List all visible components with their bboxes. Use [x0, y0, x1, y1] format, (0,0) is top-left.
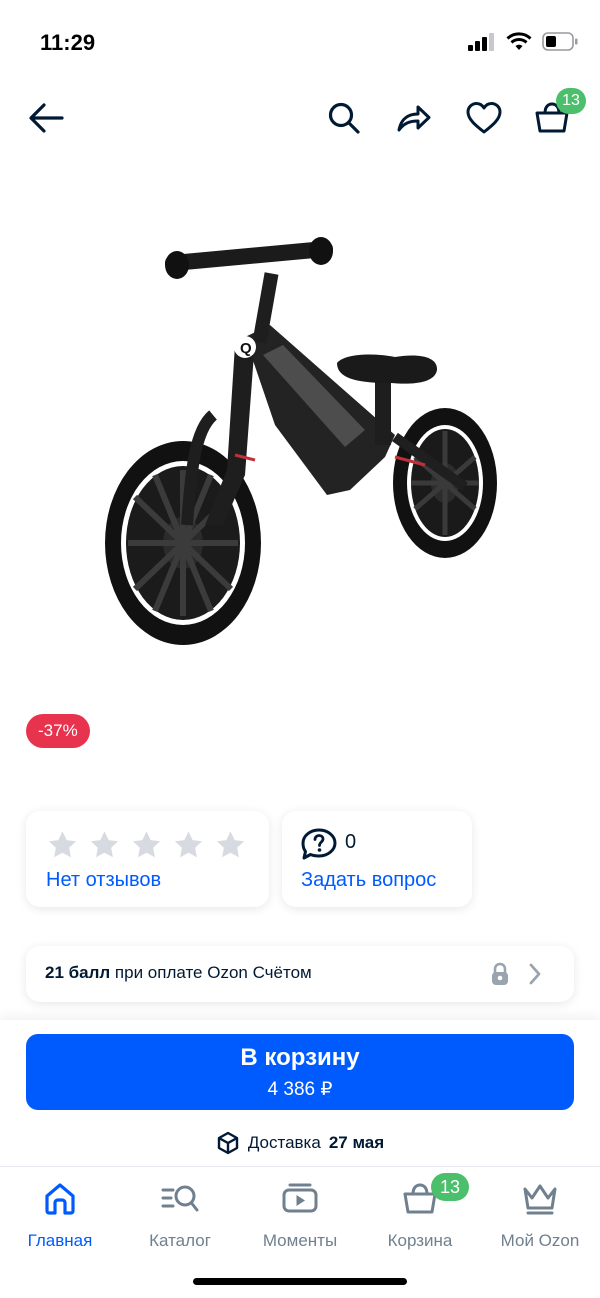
star-icon	[90, 831, 119, 858]
tab-catalog[interactable]: Каталог	[120, 1179, 240, 1259]
rear-wheel	[393, 408, 497, 558]
seat	[337, 354, 438, 384]
share-button[interactable]	[390, 90, 438, 146]
status-bar: 11:29	[0, 0, 600, 80]
lock-icon	[492, 962, 508, 985]
catalog-search-icon	[160, 1179, 200, 1219]
cart-button[interactable]: 13	[528, 88, 586, 146]
product-image[interactable]: Q	[95, 225, 515, 655]
purchase-panel: В корзину 4 386 ₽ Доставка 27 мая	[0, 1020, 600, 1166]
status-time: 11:29	[40, 30, 96, 55]
signal-icon	[468, 32, 494, 51]
points-text: 21 балл при оплате Ozon Счётом	[45, 963, 312, 983]
tab-moments-label: Моменты	[262, 1231, 338, 1250]
tab-home[interactable]: Главная	[0, 1179, 120, 1259]
tab-cart-badge: 13	[431, 1173, 469, 1201]
share-icon	[397, 105, 431, 132]
ask-question-link[interactable]: Задать вопрос	[301, 869, 436, 892]
ozon-points-card[interactable]: 21 балл при оплате Ozon Счётом	[26, 946, 574, 1002]
delivery-date: 27 мая	[328, 1133, 385, 1152]
reviews-card[interactable]: Нет отзывов	[26, 811, 269, 907]
tab-cart[interactable]: 13 Корзина	[360, 1173, 480, 1259]
product-price: 4 386 ₽	[267, 1079, 333, 1100]
star-icon	[132, 831, 161, 858]
moments-play-icon	[281, 1179, 319, 1219]
points-description: при оплате Ozon Счётом	[110, 963, 312, 982]
questions-card[interactable]: 0 Задать вопрос	[282, 811, 472, 907]
home-icon	[42, 1179, 78, 1219]
delivery-label: Доставка	[247, 1133, 321, 1152]
back-button[interactable]	[22, 90, 70, 146]
cart-count-badge: 13	[556, 88, 586, 114]
handlebar	[165, 241, 333, 271]
tab-my-ozon[interactable]: Мой Ozon	[480, 1179, 600, 1259]
search-icon	[328, 102, 360, 134]
home-indicator[interactable]	[193, 1278, 407, 1285]
wifi-icon	[506, 32, 532, 50]
add-to-cart-label: В корзину	[240, 1044, 360, 1071]
heart-icon	[466, 102, 502, 134]
top-nav: 13	[0, 88, 600, 150]
svg-text:Q: Q	[240, 340, 252, 357]
discount-badge: -37%	[26, 714, 90, 748]
no-reviews-link[interactable]: Нет отзывов	[46, 869, 161, 892]
tab-my-ozon-label: Мой Ozon	[500, 1231, 580, 1250]
tab-catalog-label: Каталог	[149, 1231, 211, 1250]
star-icon	[174, 831, 203, 858]
favorite-button[interactable]	[460, 90, 508, 146]
points-amount: 21 балл	[45, 963, 111, 982]
battery-icon	[542, 32, 578, 51]
star-icon	[216, 831, 245, 858]
add-to-cart-button[interactable]: В корзину 4 386 ₽	[26, 1034, 574, 1110]
chevron-right-icon	[529, 963, 541, 985]
rating-stars	[46, 829, 247, 861]
question-bubble-icon	[301, 828, 337, 860]
tab-moments[interactable]: Моменты	[240, 1179, 360, 1259]
star-icon	[48, 831, 77, 858]
questions-count: 0	[345, 831, 357, 853]
crown-icon	[521, 1179, 559, 1219]
package-icon	[217, 1131, 239, 1155]
tab-cart-label: Корзина	[387, 1231, 453, 1250]
tab-home-label: Главная	[27, 1231, 93, 1250]
cart-icon: 13	[401, 1173, 469, 1219]
delivery-info[interactable]: Доставка 27 мая	[0, 1131, 600, 1155]
balance-bike-image: Q	[105, 237, 497, 645]
status-icons	[468, 32, 578, 51]
back-arrow-icon	[29, 103, 64, 133]
search-button[interactable]	[320, 90, 368, 146]
